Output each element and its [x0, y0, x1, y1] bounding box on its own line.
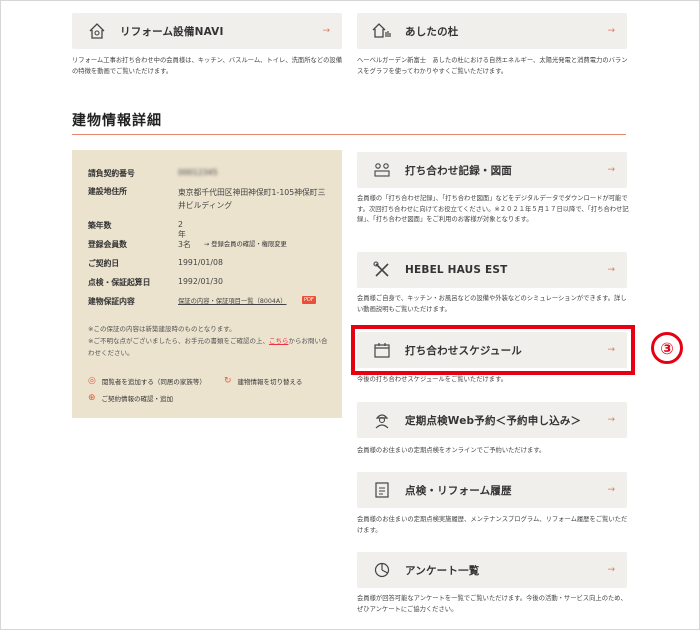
tools-icon: [371, 259, 393, 281]
card-description: リフォーム工事お打ち合わせ中の会員様は、キッチン、バスルーム、トイレ、洗面所など…: [72, 57, 343, 75]
card-description: 会員様が回答可能なアンケートを一覧でご覧いただけます。今後の活動・サービス向上の…: [357, 595, 627, 613]
switch-building-link[interactable]: ↻ 建物情報を切り替える: [224, 376, 302, 386]
info-key: 築年数: [88, 221, 112, 230]
building-info-panel: 請負契約番号 00012345 建設地住所 東京都千代田区神田神保町1-105神…: [72, 150, 342, 418]
card-description: 会員様の「打ち合わせ記録」、「打ち合わせ図面」などをデジタルデータでダウンロード…: [357, 195, 629, 223]
card-description: 今後の打ち合わせスケジュールをご覧いただけます。: [357, 376, 508, 383]
building-age-value: 2年: [178, 220, 186, 239]
info-key: 請負契約番号: [88, 169, 135, 178]
survey-list-card[interactable]: アンケート一覧 →: [357, 552, 627, 588]
arrow-icon: →: [607, 265, 615, 275]
card-title: 定期点検Web予約＜予約申し込み＞: [405, 414, 582, 427]
arrow-icon: →: [322, 26, 330, 36]
card-title: あしたの杜: [405, 25, 459, 38]
info-key: 建物保証内容: [88, 297, 135, 306]
person-add-icon: ◎: [88, 376, 96, 386]
member-settings-link[interactable]: → 登録会員の確認・権限変更: [204, 239, 287, 248]
card-title: 点検・リフォーム履歴: [405, 484, 512, 497]
info-key: 点検・保証起算日: [88, 278, 151, 287]
worker-icon: [371, 409, 393, 431]
step-badge: ③: [651, 332, 683, 364]
history-icon: [371, 479, 393, 501]
address-value: 東京都千代田区神田神保町1-105神保町三井ビルディング: [178, 188, 326, 210]
card-description: 会員様のお住まいの定期点検をオンラインでご予約いただけます。: [357, 447, 546, 454]
arrow-icon: →: [607, 485, 615, 495]
member-count-value: 3名: [178, 240, 191, 249]
inquiry-note: ※ご不明な点がございましたら、お手元の書類をご確認の上、こちらからお問い合わせく…: [88, 337, 328, 357]
warranty-note: ※この保証の内容は新築建設時のものとなります。: [88, 325, 236, 333]
warranty-start-value: 1992/01/30: [178, 277, 223, 286]
card-title: リフォーム設備NAVI: [120, 25, 224, 38]
inquiry-link[interactable]: こちら: [269, 337, 289, 345]
plus-circle-icon: ⊕: [88, 393, 96, 403]
arrow-icon: →: [607, 165, 615, 175]
warranty-list-link[interactable]: 保証の内容・保証項目一覧（8004A）: [178, 296, 287, 305]
reform-navi-card[interactable]: リフォーム設備NAVI →: [72, 13, 342, 49]
arrow-icon: →: [607, 565, 615, 575]
ashita-no-mori-card[interactable]: あしたの杜 →: [357, 13, 627, 49]
contract-info-link[interactable]: ⊕ ご契約情報の確認・追加: [88, 393, 173, 403]
info-key: 建設地住所: [88, 187, 127, 196]
add-viewer-link[interactable]: ◎ 閲覧者を追加する（同居の家族等）: [88, 376, 206, 386]
contract-date-value: 1991/01/08: [178, 258, 223, 267]
refresh-icon: ↻: [224, 376, 232, 386]
card-description: 会員様のお住まいの定期点検実施履歴、メンテナンスプログラム、リフォーム履歴をご覧…: [357, 516, 628, 534]
card-description: ヘーベルガーデン新富士 あしたの杜における自然エネルギー、太陽光発電と消費電力の…: [357, 57, 628, 75]
highlight-box: [351, 325, 635, 375]
contract-number-value: 00012345: [178, 168, 218, 177]
inspection-reservation-card[interactable]: 定期点検Web予約＜予約申し込み＞ →: [357, 402, 627, 438]
pdf-icon[interactable]: PDF: [302, 296, 316, 304]
meeting-icon: [371, 159, 393, 181]
info-key: 登録会員数: [88, 240, 127, 249]
card-title: アンケート一覧: [405, 564, 480, 577]
card-description: 会員様ご自身で、キッチン・お風呂などの設備や外装などのシミュレーションができます…: [357, 295, 627, 313]
arrow-icon: →: [607, 415, 615, 425]
info-key: ご契約日: [88, 259, 120, 268]
house-eco-icon: [371, 20, 393, 42]
card-title: 打ち合わせ記録・図面: [405, 164, 512, 177]
meeting-records-card[interactable]: 打ち合わせ記録・図面 →: [357, 152, 627, 188]
house-tool-icon: [86, 20, 108, 42]
survey-icon: [371, 559, 393, 581]
hebel-haus-est-card[interactable]: HEBEL HAUS EST →: [357, 252, 627, 288]
inspection-history-card[interactable]: 点検・リフォーム履歴 →: [357, 472, 627, 508]
section-divider: [72, 134, 626, 135]
card-title: HEBEL HAUS EST: [405, 264, 508, 276]
arrow-icon: →: [607, 26, 615, 36]
section-title: 建物情報詳細: [72, 113, 162, 129]
